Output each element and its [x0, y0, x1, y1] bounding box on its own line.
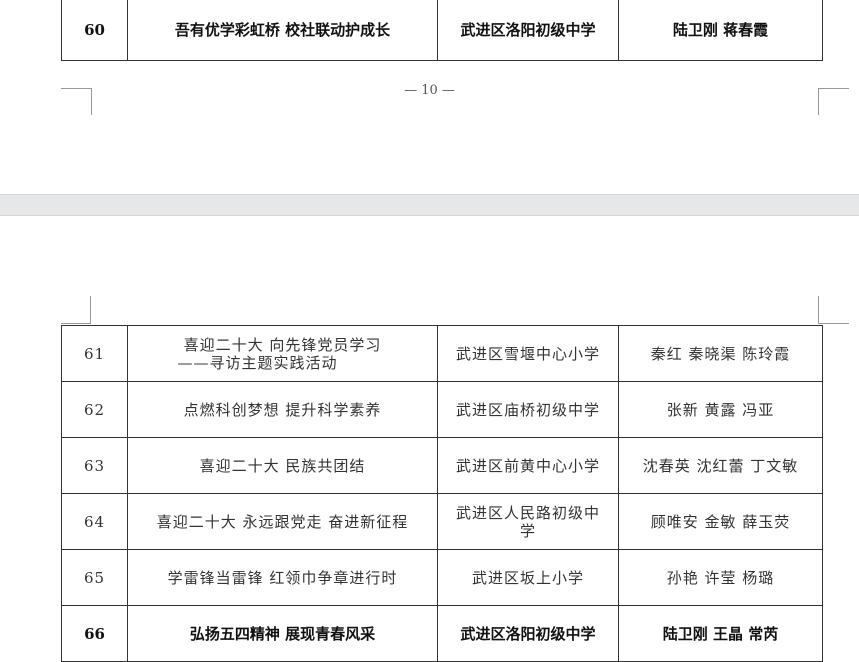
project-title: 点燃科创梦想 提升科学素养 — [127, 381, 438, 438]
school-name-line: 武进区人民路初级中 — [455, 503, 600, 522]
project-title: 喜迎二十大 民族共团结 — [127, 437, 438, 494]
school-name: 武进区洛阳初级中学 — [437, 0, 619, 61]
teacher-names: 孙艳 许莹 杨璐 — [618, 549, 823, 606]
row-number: 63 — [61, 437, 128, 494]
page-number: — 10 — — [404, 83, 455, 98]
table-row: 64 喜迎二十大 永远跟党走 奋进新征程 武进区人民路初级中 学 顾唯安 金敏 … — [61, 493, 823, 550]
table-row: 61 喜迎二十大 向先锋党员学习 ——寻访主题实践活动 武进区雪堰中心小学 秦红… — [61, 325, 823, 382]
table-row: 62 点燃科创梦想 提升科学素养 武进区庙桥初级中学 张新 黄露 冯亚 — [61, 381, 823, 438]
page-separator — [0, 194, 859, 216]
school-name: 武进区庙桥初级中学 — [437, 381, 619, 438]
project-title-line: ——寻访主题实践活动 — [177, 353, 338, 372]
teacher-names: 顾唯安 金敏 薛玉荧 — [618, 493, 823, 550]
award-table-page-10: 60 吾有优学彩虹桥 校社联动护成长 武进区洛阳初级中学 陆卫刚 蒋春霞 — [61, 0, 823, 61]
project-title-line: 喜迎二十大 向先锋党员学习 — [183, 335, 382, 354]
row-number: 61 — [61, 325, 128, 382]
project-title: 喜迎二十大 永远跟党走 奋进新征程 — [127, 493, 438, 550]
teacher-names: 沈春英 沈红蕾 丁文敏 — [618, 437, 823, 494]
row-number: 66 — [61, 605, 128, 662]
school-name: 武进区坂上小学 — [437, 549, 619, 606]
crop-mark — [61, 88, 92, 115]
row-number: 65 — [61, 549, 128, 606]
school-name: 武进区雪堰中心小学 — [437, 325, 619, 382]
teacher-names: 陆卫刚 王晶 常芮 — [618, 605, 823, 662]
school-name: 武进区人民路初级中 学 — [437, 493, 619, 550]
crop-mark — [818, 296, 849, 324]
table-row: 65 学雷锋当雷锋 红领巾争章进行时 武进区坂上小学 孙艳 许莹 杨璐 — [61, 549, 823, 606]
teacher-names: 陆卫刚 蒋春霞 — [618, 0, 823, 61]
table-row: 63 喜迎二十大 民族共团结 武进区前黄中心小学 沈春英 沈红蕾 丁文敏 — [61, 437, 823, 494]
school-name: 武进区前黄中心小学 — [437, 437, 619, 494]
crop-mark — [818, 88, 849, 115]
document-page-11: 61 喜迎二十大 向先锋党员学习 ——寻访主题实践活动 武进区雪堰中心小学 秦红… — [0, 216, 859, 662]
project-title: 吾有优学彩虹桥 校社联动护成长 — [127, 0, 438, 61]
crop-mark — [61, 296, 91, 324]
school-name: 武进区洛阳初级中学 — [437, 605, 619, 662]
school-name-line: 学 — [519, 521, 536, 540]
document-page-10: 60 吾有优学彩虹桥 校社联动护成长 武进区洛阳初级中学 陆卫刚 蒋春霞 — 1… — [0, 0, 859, 194]
table-row: 66 弘扬五四精神 展现青春风采 武进区洛阳初级中学 陆卫刚 王晶 常芮 — [61, 605, 823, 662]
project-title: 喜迎二十大 向先锋党员学习 ——寻访主题实践活动 — [127, 325, 438, 382]
project-title: 学雷锋当雷锋 红领巾争章进行时 — [127, 549, 438, 606]
row-number: 64 — [61, 493, 128, 550]
teacher-names: 秦红 秦晓渠 陈玲霞 — [618, 325, 823, 382]
project-title: 弘扬五四精神 展现青春风采 — [127, 605, 438, 662]
row-number: 62 — [61, 381, 128, 438]
award-table-page-11: 61 喜迎二十大 向先锋党员学习 ——寻访主题实践活动 武进区雪堰中心小学 秦红… — [61, 325, 823, 662]
row-number: 60 — [61, 0, 128, 61]
teacher-names: 张新 黄露 冯亚 — [618, 381, 823, 438]
table-row: 60 吾有优学彩虹桥 校社联动护成长 武进区洛阳初级中学 陆卫刚 蒋春霞 — [61, 0, 823, 61]
